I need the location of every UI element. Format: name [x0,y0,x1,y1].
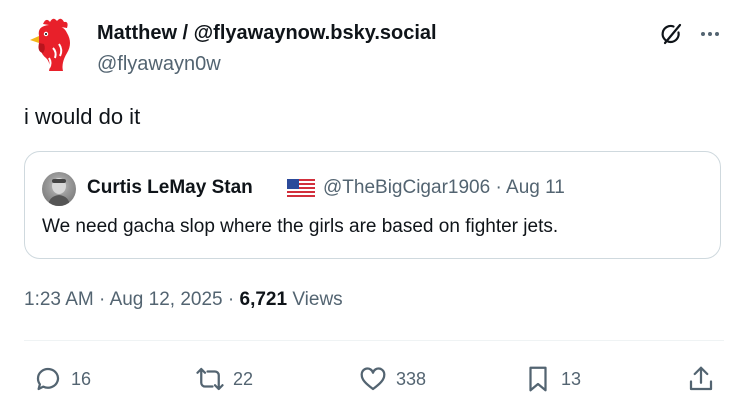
quote-author-name[interactable]: Curtis LeMay Stan [87,176,253,200]
share-button[interactable] [686,364,716,394]
divider [24,340,724,341]
quote-handle-date[interactable]: @TheBigCigar1906 · Aug 11 [323,176,565,200]
reply-count: 16 [71,368,92,389]
quote-date[interactable]: Aug 11 [506,177,565,198]
repost-icon [196,367,224,391]
bookmark-icon [529,366,547,392]
repost-button[interactable]: 22 [195,364,253,394]
author-handle[interactable]: @flyawayn0w [97,52,221,76]
share-icon [689,366,713,391]
bookmark-count: 13 [561,368,582,389]
dot-separator: · [490,177,507,198]
tweet-text: i would do it [24,104,141,129]
flag-us-icon [287,179,315,197]
author-display-name[interactable]: Matthew / @flyawaynow.bsky.social [97,21,437,45]
dot-separator: · [93,289,110,310]
quote-handle[interactable]: @TheBigCigar1906 [323,177,490,198]
grok-icon[interactable] [657,20,685,48]
author-avatar[interactable] [23,14,83,74]
like-icon [360,367,386,391]
reply-icon [36,367,60,391]
quote-author-avatar[interactable] [42,172,76,206]
views-label: Views [292,289,343,310]
views-count: 6,721 [239,289,288,310]
quoted-tweet[interactable]: Curtis LeMay Stan @TheBigCigar1906 · Aug… [24,151,721,259]
rooster-avatar-icon [30,18,70,71]
like-count: 338 [396,368,427,389]
more-icon[interactable] [696,20,724,48]
quote-text: We need gacha slop where the girls are b… [42,216,559,237]
dot-separator: · [222,289,240,310]
tweet-meta: 1:23 AM · Aug 12, 2025 · 6,721 Views [24,288,343,312]
tweet-time[interactable]: 1:23 AM [24,289,94,310]
like-button[interactable]: 338 [358,364,426,394]
bookmark-button[interactable]: 13 [523,364,581,394]
tweet-date[interactable]: Aug 12, 2025 [110,289,223,310]
reply-button[interactable]: 16 [33,364,91,394]
repost-count: 22 [233,368,254,389]
